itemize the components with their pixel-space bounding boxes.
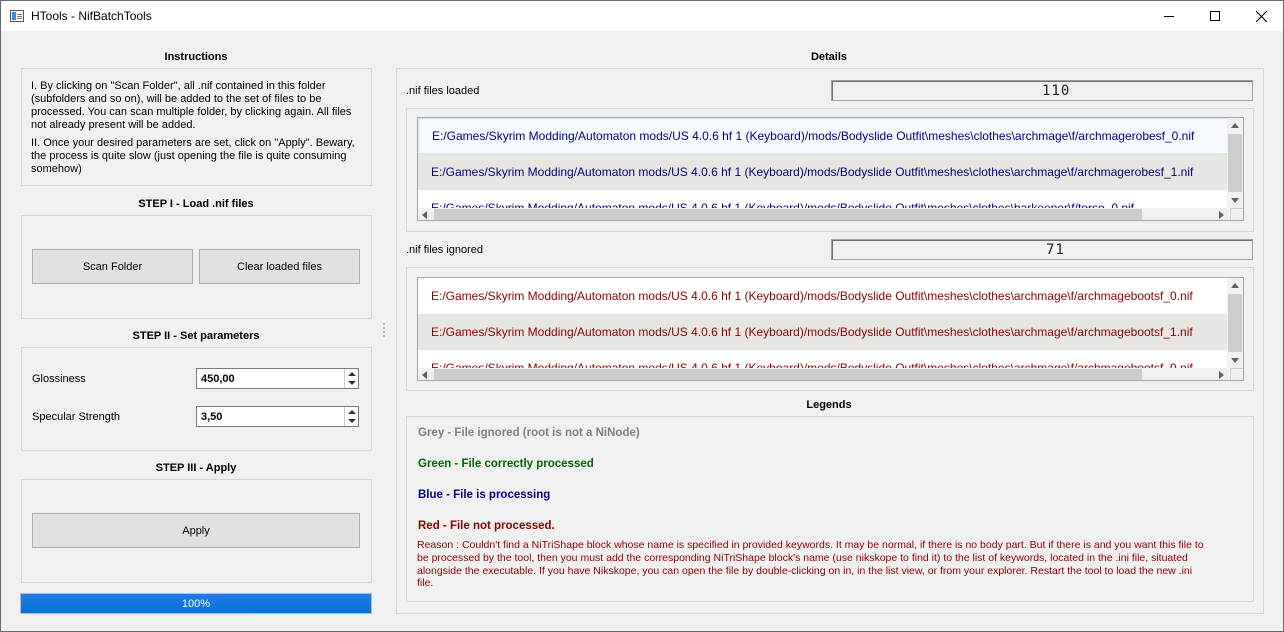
ignored-count: 71 bbox=[1046, 242, 1065, 258]
legend-green: Green - File correctly processed bbox=[418, 458, 594, 470]
scroll-up-icon[interactable] bbox=[1231, 123, 1239, 128]
scan-folder-button[interactable]: Scan Folder bbox=[32, 249, 193, 284]
close-button[interactable] bbox=[1238, 1, 1284, 31]
legend-grey: Grey - File ignored (root is not a NiNod… bbox=[418, 427, 640, 439]
scroll-right-icon[interactable] bbox=[1219, 371, 1224, 379]
legends-title: Legends bbox=[806, 399, 852, 411]
minimize-button[interactable] bbox=[1146, 1, 1192, 31]
spin-down-icon[interactable] bbox=[348, 381, 356, 385]
specular-strength-value: 3,50 bbox=[201, 411, 223, 423]
instructions-line: not already present will be added. bbox=[31, 119, 196, 131]
step2-title: STEP II - Set parameters bbox=[132, 330, 260, 342]
scroll-thumb[interactable] bbox=[434, 209, 1142, 220]
instructions-title: Instructions bbox=[164, 51, 228, 63]
scroll-corner bbox=[1230, 208, 1243, 220]
instructions-line: (subfolders and so on), will be added to… bbox=[31, 93, 322, 105]
details-title: Details bbox=[810, 51, 848, 63]
close-icon bbox=[1255, 10, 1267, 22]
scroll-corner bbox=[1230, 368, 1243, 380]
list-item[interactable]: E:/Games/Skyrim Modding/Automaton mods/U… bbox=[418, 118, 1229, 154]
specular-strength-spinbox[interactable]: 3,50 bbox=[196, 406, 359, 427]
instructions-para1: I. By clicking on "Scan Folder", all .ni… bbox=[31, 80, 361, 132]
loaded-files-list[interactable]: E:/Games/Skyrim Modding/Automaton mods/U… bbox=[417, 117, 1244, 221]
instructions-line: I. By clicking on "Scan Folder", all .ni… bbox=[31, 80, 326, 92]
glossiness-value: 450,00 bbox=[201, 373, 235, 385]
scroll-down-icon[interactable] bbox=[1231, 358, 1239, 363]
ignored-files-list[interactable]: E:/Games/Skyrim Modding/Automaton mods/U… bbox=[417, 277, 1244, 381]
scroll-thumb[interactable] bbox=[1228, 134, 1242, 192]
step3-title: STEP III - Apply bbox=[155, 462, 237, 474]
loaded-files-label: .nif files loaded bbox=[406, 85, 480, 97]
scroll-right-icon[interactable] bbox=[1219, 211, 1224, 219]
scroll-up-icon[interactable] bbox=[1231, 283, 1239, 288]
spin-up-icon[interactable] bbox=[348, 410, 356, 414]
scroll-left-icon[interactable] bbox=[422, 211, 427, 219]
legend-red: Red - File not processed. bbox=[418, 520, 555, 532]
ignored-count-display: 71 bbox=[831, 239, 1253, 260]
loaded-list-vscrollbar[interactable] bbox=[1227, 118, 1243, 208]
loaded-list-hscrollbar[interactable] bbox=[418, 208, 1229, 220]
ignored-list-hscrollbar[interactable] bbox=[418, 368, 1229, 380]
scroll-down-icon[interactable] bbox=[1231, 198, 1239, 203]
step2-box bbox=[21, 347, 372, 451]
list-item[interactable]: E:/Games/Skyrim Modding/Automaton mods/U… bbox=[418, 278, 1229, 314]
reason-line: alongside the executable. If you have Ni… bbox=[417, 564, 1193, 577]
maximize-icon bbox=[1210, 11, 1220, 21]
reason-line: file. bbox=[417, 577, 434, 590]
legend-blue: Blue - File is processing bbox=[418, 489, 551, 501]
instructions-line: II. Once your desired parameters are set… bbox=[31, 137, 355, 149]
glossiness-label: Glossiness bbox=[32, 373, 86, 385]
apply-button[interactable]: Apply bbox=[32, 513, 360, 548]
reason-line: be processed by the tool, then you must … bbox=[417, 551, 1188, 564]
list-item[interactable]: E:/Games/Skyrim Modding/Automaton mods/U… bbox=[418, 314, 1229, 350]
app-icon bbox=[10, 10, 24, 22]
title-bar: HTools - NifBatchTools bbox=[1, 1, 1283, 31]
progress-text: 100% bbox=[181, 598, 211, 610]
reason-line: Reason : Couldn't find a NiTriShape bloc… bbox=[417, 539, 1204, 551]
spin-down-icon[interactable] bbox=[348, 419, 356, 423]
specular-strength-label: Specular Strength bbox=[32, 411, 121, 423]
window-title: HTools - NifBatchTools bbox=[31, 9, 152, 23]
glossiness-spinbox[interactable]: 450,00 bbox=[196, 368, 359, 389]
loaded-count-display: 110 bbox=[831, 80, 1253, 101]
legend-reason: Reason : Couldn't find a NiTriShape bloc… bbox=[417, 539, 1247, 590]
scroll-thumb[interactable] bbox=[434, 369, 1142, 380]
instructions-line: somehow) bbox=[31, 163, 82, 175]
step1-title: STEP I - Load .nif files bbox=[138, 198, 254, 210]
minimize-icon bbox=[1164, 15, 1174, 17]
ignored-list-vscrollbar[interactable] bbox=[1227, 278, 1243, 368]
specular-strength-stepper[interactable] bbox=[344, 407, 358, 426]
instructions-para2: II. Once your desired parameters are set… bbox=[31, 137, 361, 176]
loaded-count: 110 bbox=[1042, 83, 1071, 99]
instructions-line: the process is quite slow (just opening … bbox=[31, 150, 347, 162]
scroll-left-icon[interactable] bbox=[422, 371, 427, 379]
list-item[interactable]: E:/Games/Skyrim Modding/Automaton mods/U… bbox=[418, 154, 1229, 190]
glossiness-stepper[interactable] bbox=[344, 369, 358, 388]
ignored-files-label: .nif files ignored bbox=[406, 244, 484, 256]
splitter-handle[interactable] bbox=[383, 323, 385, 339]
clear-loaded-files-button[interactable]: Clear loaded files bbox=[199, 249, 360, 284]
maximize-button[interactable] bbox=[1192, 1, 1238, 31]
spin-up-icon[interactable] bbox=[348, 372, 356, 376]
scroll-thumb[interactable] bbox=[1228, 294, 1242, 352]
app-window: HTools - NifBatchTools Instructions I. B… bbox=[0, 0, 1284, 632]
instructions-line: processed. You can scan multiple folder,… bbox=[31, 106, 352, 118]
progress-bar: 100% bbox=[20, 593, 372, 614]
